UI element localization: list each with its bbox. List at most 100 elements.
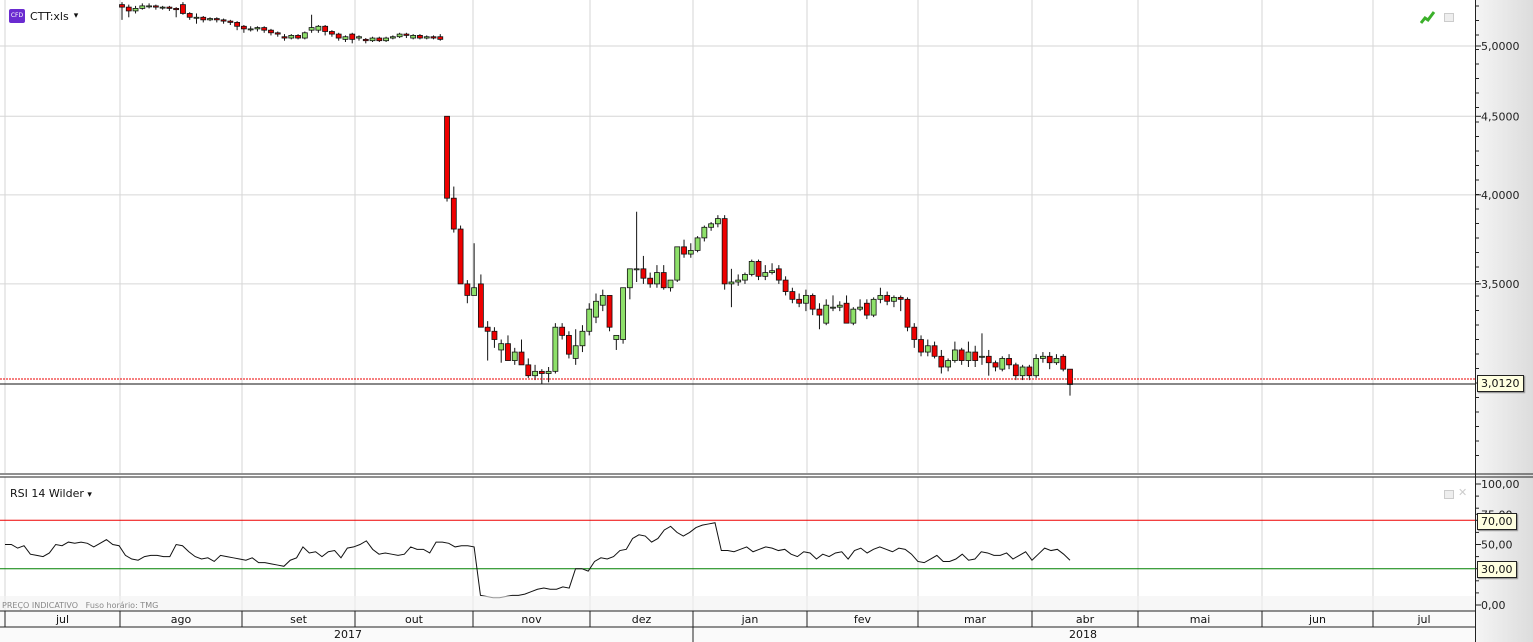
- candle: [491, 330, 498, 340]
- dropdown-caret-icon[interactable]: ▾: [87, 490, 92, 500]
- month-label: ago: [171, 613, 192, 626]
- candle: [1040, 355, 1046, 359]
- candle: [782, 279, 789, 292]
- candle: [857, 306, 863, 310]
- price-tick-label: 4,5000: [1481, 110, 1520, 123]
- candle: [498, 343, 505, 351]
- year-label: 2018: [1069, 628, 1097, 641]
- symbol-label: CTT:xls: [30, 9, 69, 23]
- month-label: set: [290, 613, 307, 626]
- candle: [640, 268, 647, 279]
- candle: [721, 218, 728, 285]
- candle: [748, 261, 755, 275]
- candle: [620, 287, 626, 340]
- candle: [924, 345, 931, 353]
- candle: [403, 33, 410, 36]
- candle: [958, 349, 965, 361]
- candle: [999, 358, 1006, 370]
- candle: [295, 35, 301, 39]
- candle: [376, 37, 383, 42]
- candle: [843, 302, 850, 324]
- candle: [1033, 358, 1040, 377]
- rsi-tick-label: 50,00: [1481, 539, 1513, 552]
- month-label: jul: [1416, 613, 1430, 626]
- candle: [681, 246, 687, 255]
- candle: [579, 330, 586, 347]
- candle: [288, 35, 295, 39]
- candle: [1060, 355, 1067, 370]
- candle: [566, 334, 572, 355]
- candle: [647, 277, 654, 285]
- symbol-legend[interactable]: CFD CTT:xls ▾: [9, 9, 78, 23]
- candle: [207, 18, 213, 21]
- cfd-badge-icon: CFD: [9, 9, 25, 23]
- candle: [633, 268, 640, 271]
- candle: [200, 16, 207, 21]
- candle: [356, 36, 362, 39]
- candle: [430, 36, 437, 39]
- candle: [687, 250, 694, 255]
- candle: [742, 274, 748, 281]
- rsi-upper-level-label: 70,00: [1477, 513, 1517, 530]
- month-label: nov: [521, 613, 542, 626]
- candle: [728, 281, 735, 285]
- rsi-legend[interactable]: RSI 14 Wilder ▾: [10, 487, 92, 500]
- dropdown-caret-icon[interactable]: ▾: [74, 11, 79, 21]
- candle: [173, 7, 180, 11]
- candle: [261, 27, 268, 31]
- chart-canvas[interactable]: 5,00004,50004,00003,5000100,0075,0050,00…: [0, 0, 1533, 642]
- candle: [308, 27, 315, 31]
- footer-note: PREÇO INDICATIVO Fuso horário: TMG: [2, 601, 159, 610]
- candle: [464, 283, 471, 296]
- rsi-tick-label: 0,00: [1481, 599, 1506, 612]
- month-label: out: [405, 613, 424, 626]
- candle: [965, 351, 972, 361]
- candle: [755, 261, 762, 277]
- candle: [593, 300, 599, 318]
- candle: [186, 13, 193, 18]
- candle: [559, 326, 566, 336]
- close-icon[interactable]: ✕: [1458, 486, 1467, 499]
- candle: [166, 6, 173, 9]
- candle: [660, 272, 667, 289]
- candle: [532, 370, 538, 377]
- candle: [701, 226, 708, 239]
- candle: [599, 295, 606, 306]
- minimize-icon[interactable]: [1444, 490, 1454, 499]
- candle: [152, 5, 159, 8]
- candle: [877, 295, 884, 300]
- candle: [762, 272, 769, 277]
- candle: [674, 246, 681, 281]
- candle: [816, 308, 823, 316]
- price-tick-label: 5,0000: [1481, 40, 1520, 53]
- candle: [383, 37, 389, 42]
- month-label: jun: [1308, 613, 1326, 626]
- minimize-icon[interactable]: [1444, 13, 1454, 22]
- candle: [389, 36, 396, 39]
- candle: [796, 298, 803, 304]
- candle: [1019, 366, 1026, 377]
- green-line-chart-icon[interactable]: [1420, 10, 1436, 24]
- candle: [227, 20, 234, 23]
- candle: [654, 272, 660, 285]
- candle: [396, 33, 403, 38]
- price-tick-label: 3,5000: [1481, 278, 1520, 291]
- year-label: 2017: [334, 628, 362, 641]
- footer-band: [0, 596, 1475, 611]
- candle: [240, 25, 247, 30]
- candle: [254, 27, 261, 30]
- candle: [423, 36, 430, 39]
- candle: [234, 22, 241, 27]
- candle: [735, 279, 742, 283]
- candle: [572, 345, 579, 359]
- candle: [945, 360, 952, 368]
- candle: [193, 16, 200, 19]
- candle: [329, 31, 335, 35]
- candle: [545, 370, 552, 374]
- candle: [457, 228, 464, 285]
- candle: [281, 36, 288, 39]
- candle: [146, 5, 152, 8]
- candle: [863, 302, 870, 316]
- rsi-tick-label: 100,00: [1481, 478, 1520, 491]
- candle: [694, 237, 701, 251]
